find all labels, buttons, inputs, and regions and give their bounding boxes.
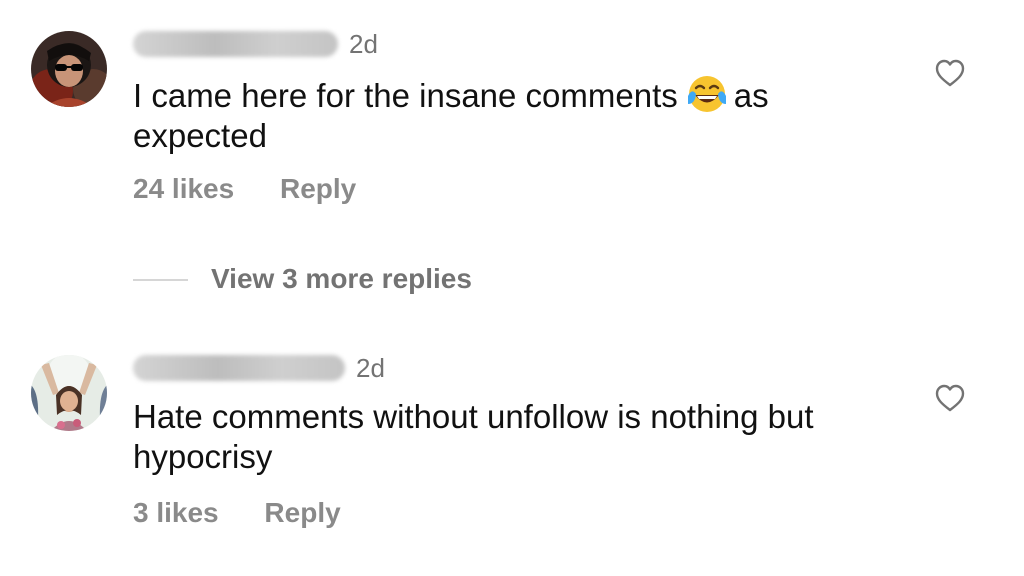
view-more-replies-label: View 3 more replies [211, 263, 472, 294]
reply-button[interactable]: Reply [280, 173, 356, 205]
comment-text: I came here for the insane comments as e… [133, 74, 913, 156]
comment-meta: 3 likes Reply [133, 497, 341, 529]
username[interactable]: sounds_shady [133, 31, 338, 57]
comment-time: 2d [349, 29, 378, 59]
comment-text-part: hypocrisy [133, 438, 273, 475]
comment-text-part: I came here for the insane comments [133, 77, 678, 114]
heart-outline-icon[interactable] [934, 383, 966, 413]
comment-item: sounds_shady 2d I came here for the insa… [0, 0, 1024, 294]
username[interactable]: mystifying_me [133, 355, 345, 381]
likes-count[interactable]: 24 likes [133, 173, 234, 205]
comment-time: 2d [356, 353, 385, 383]
replies-divider [133, 279, 188, 281]
comment-text-part: as [733, 77, 769, 114]
comment-text: Hate comments without unfollow is nothin… [133, 397, 913, 477]
likes-count[interactable]: 3 likes [133, 497, 219, 529]
comment-meta: 24 likes Reply [133, 173, 356, 205]
comment-text-part: expected [133, 117, 267, 154]
avatar[interactable] [31, 31, 107, 107]
comment-item: mystifying_me 2d Hate comments without u… [0, 335, 1024, 565]
comment-text-part: Hate comments without unfollow is nothin… [133, 398, 814, 435]
tears-of-joy-emoji-icon [686, 74, 728, 114]
avatar[interactable] [31, 355, 107, 431]
heart-outline-icon[interactable] [934, 58, 966, 88]
reply-button[interactable]: Reply [264, 497, 340, 529]
